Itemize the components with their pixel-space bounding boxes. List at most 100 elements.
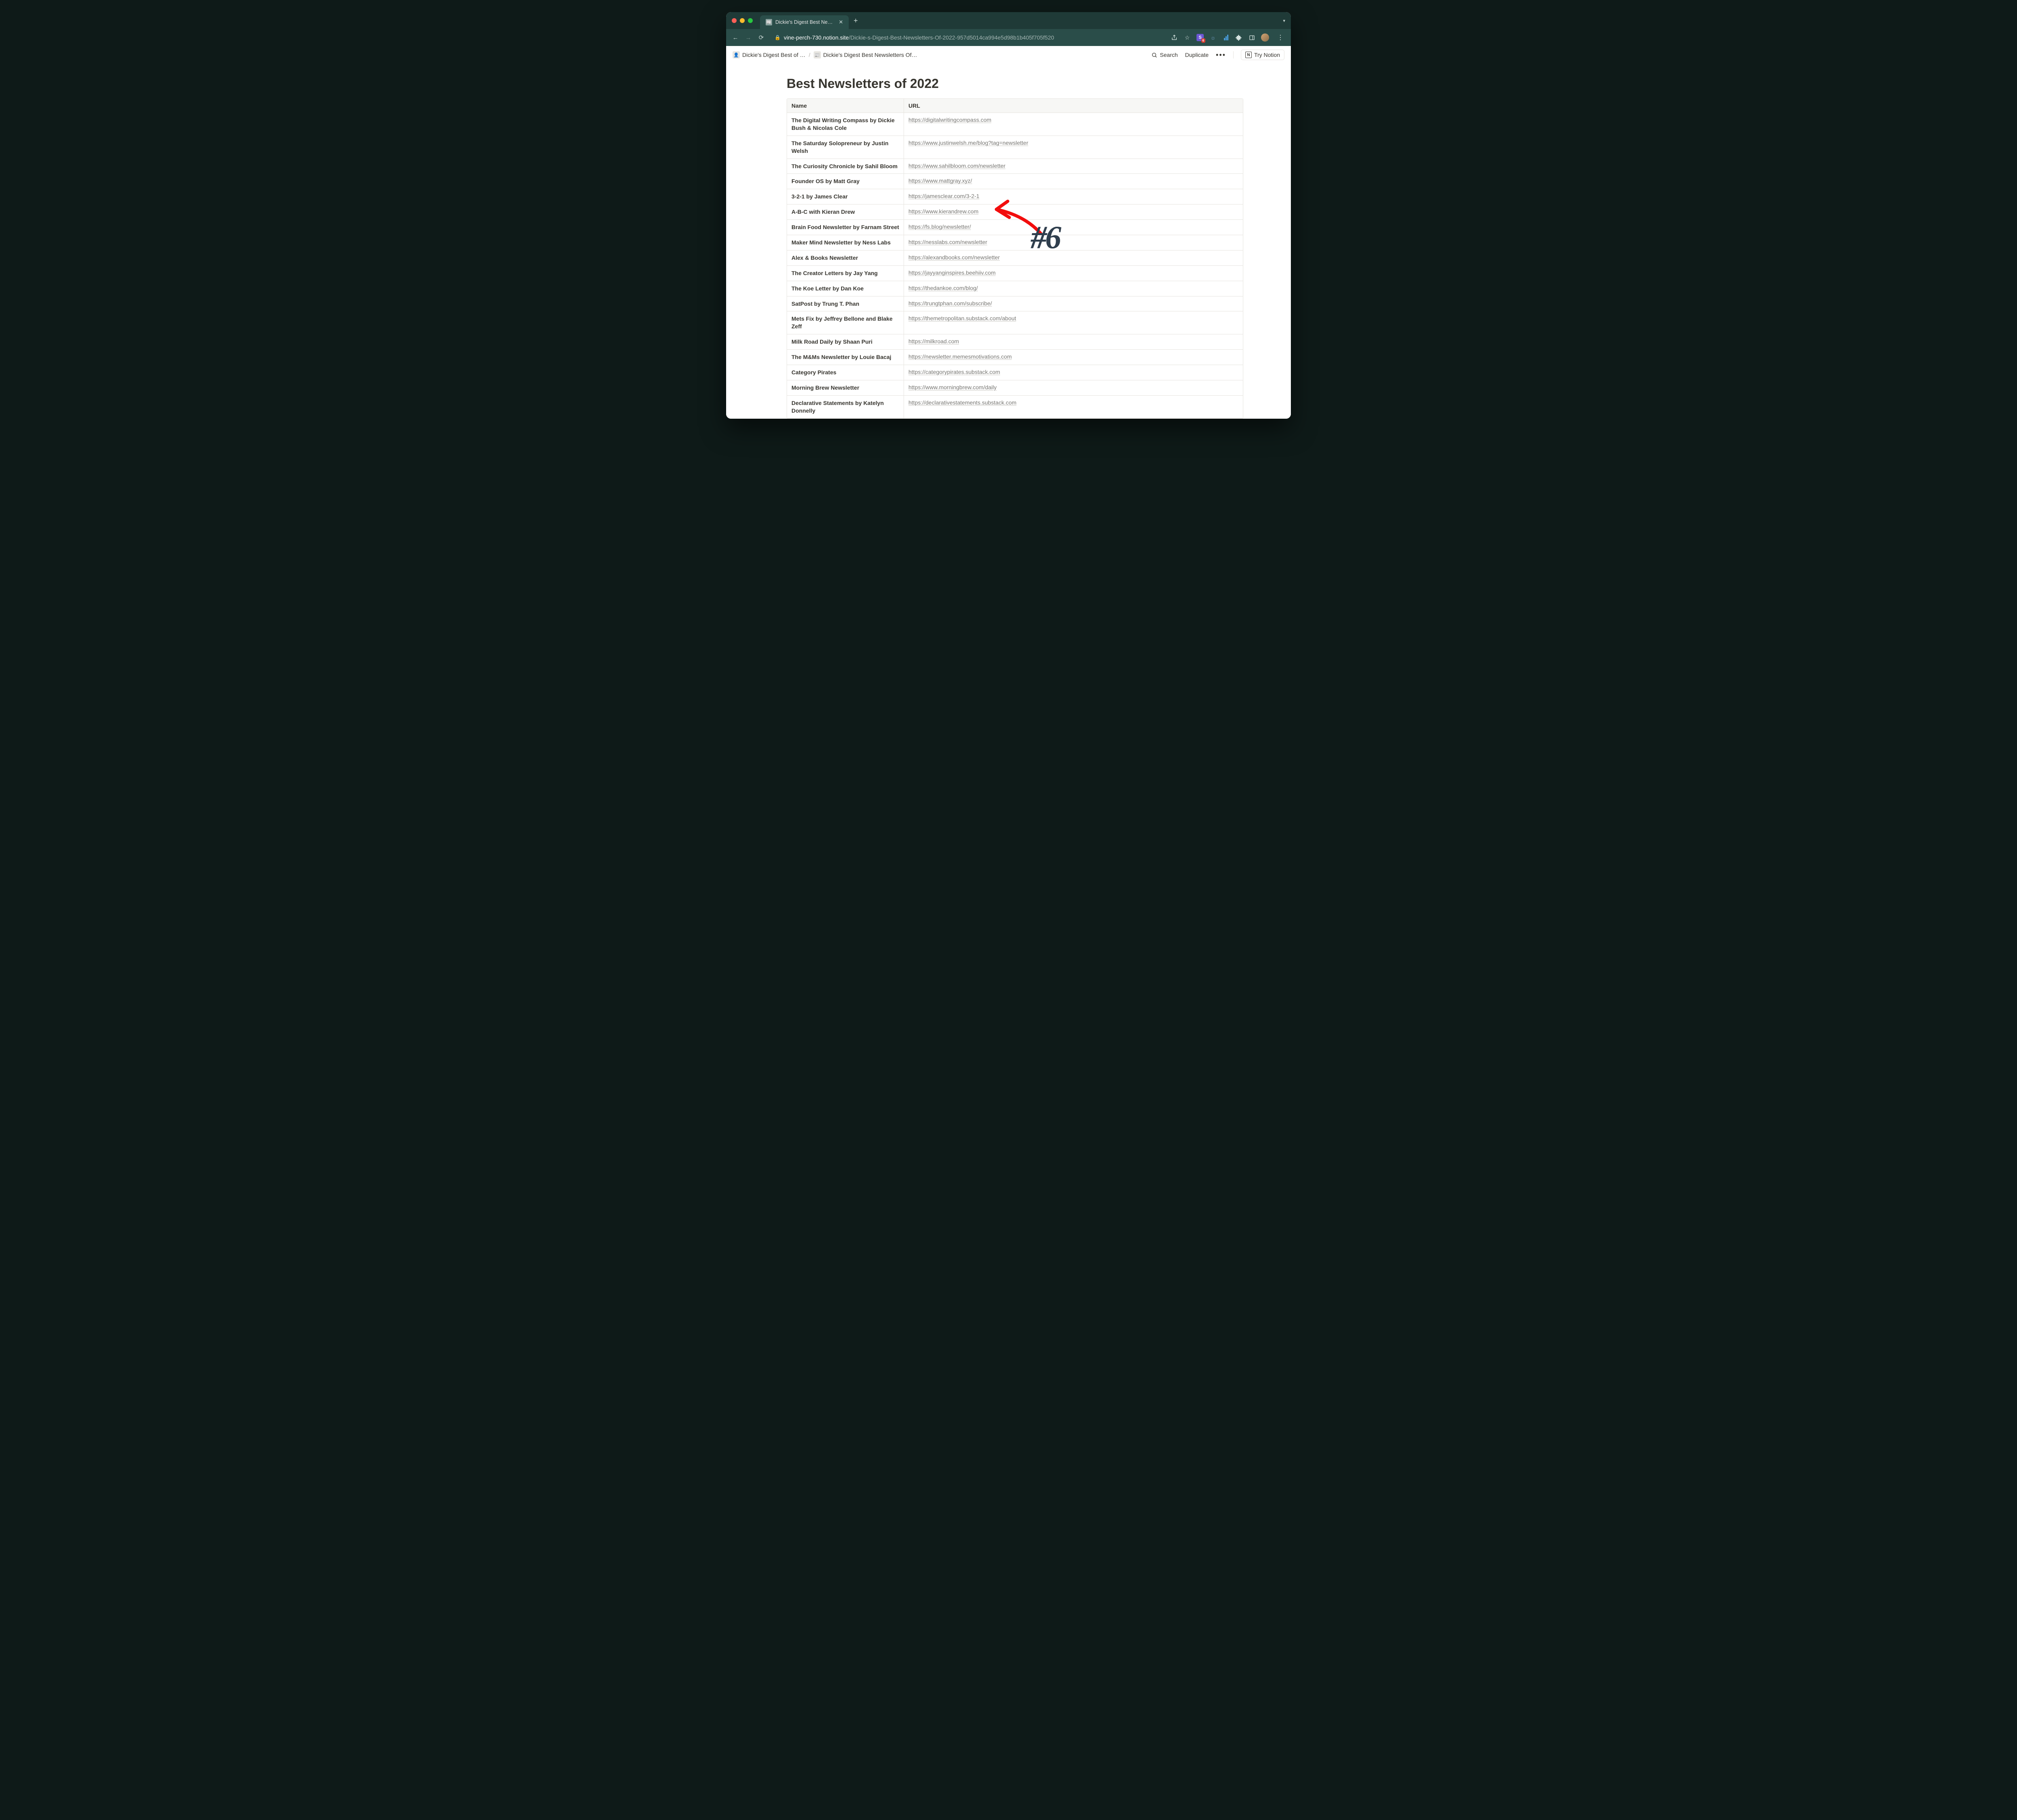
omnibox[interactable]: 🔒 vine-perch-730.notion.site/Dickie-s-Di…	[770, 32, 1167, 43]
nav-back-button[interactable]: ←	[731, 34, 740, 41]
extension-s-icon[interactable]: S	[1196, 34, 1204, 41]
cell-name: Alex & Books Newsletter	[787, 250, 904, 265]
cell-url: https://categorypirates.substack.com	[904, 365, 1243, 380]
table-row: Maker Mind Newsletter by Ness Labs https:…	[787, 235, 1243, 250]
cell-url: https://www.justinwelsh.me/blog?tag=news…	[904, 136, 1243, 159]
page-content: Best Newsletters of 2022 Name URL The Di…	[758, 64, 1259, 419]
newsletters-table: Name URL The Digital Writing Compass by …	[787, 98, 1243, 419]
cell-name: The Curiosity Chronicle by Sahil Bloom	[787, 159, 904, 174]
notion-topbar: 👤 Dickie's Digest Best of … / 📰 Dickie's…	[726, 46, 1291, 64]
cell-name: A-B-C with Kieran Drew	[787, 205, 904, 219]
url-link[interactable]: https://thedankoe.com/blog/	[908, 285, 978, 291]
traffic-lights	[732, 18, 753, 23]
search-label: Search	[1160, 52, 1178, 58]
table-header: Name URL	[787, 99, 1243, 113]
column-header-name: Name	[787, 99, 904, 113]
panel-icon[interactable]	[1248, 34, 1255, 41]
url-link[interactable]: https://jamesclear.com/3-2-1	[908, 193, 979, 199]
window-maximize-button[interactable]	[748, 18, 753, 23]
url-link[interactable]: https://www.morningbrew.com/daily	[908, 384, 997, 390]
cell-url: https://alexandbooks.com/newsletter	[904, 250, 1243, 265]
table-row: Category Pirateshttps://categorypirates.…	[787, 365, 1243, 380]
cell-name: The Koe Letter by Dan Koe	[787, 281, 904, 296]
cell-url: https://newsletter.memesmotivations.com	[904, 350, 1243, 365]
url-link[interactable]: https://trungtphan.com/subscribe/	[908, 300, 992, 307]
new-tab-button[interactable]: +	[854, 17, 858, 25]
table-row: The Creator Letters by Jay Yang https://j…	[787, 266, 1243, 281]
breadcrumb-parent[interactable]: 👤 Dickie's Digest Best of …	[733, 51, 806, 58]
chrome-menu-icon[interactable]: ⋮	[1275, 33, 1286, 42]
table-row: Declarative Statements by Katelyn Donnel…	[787, 396, 1243, 418]
table-row: The Curiosity Chronicle by Sahil Bloom ht…	[787, 159, 1243, 174]
cell-url: https://www.sahilbloom.com/newsletter	[904, 159, 1243, 174]
cell-name: Mets Fix by Jeffrey Bellone and Blake Ze…	[787, 311, 904, 334]
cell-name: Morning Brew Newsletter	[787, 380, 904, 395]
nav-forward-button[interactable]: →	[744, 34, 753, 41]
lock-icon: 🔒	[775, 35, 781, 40]
table-row: Founder OS by Matt Gray https://www.mattg…	[787, 174, 1243, 189]
topbar-actions: Search Duplicate ••• N Try Notion	[1151, 50, 1284, 60]
cell-url: https://trungtphan.com/subscribe/	[904, 296, 1243, 311]
url-link[interactable]: https://nesslabs.com/newsletter	[908, 239, 987, 245]
cell-name: SatPost by Trung T. Phan	[787, 296, 904, 311]
breadcrumb-parent-label: Dickie's Digest Best of …	[742, 52, 806, 58]
cell-url: https://fs.blog/newsletter/	[904, 220, 1243, 235]
cell-url: https://nesslabs.com/newsletter	[904, 235, 1243, 250]
search-button[interactable]: Search	[1151, 52, 1178, 58]
url-link[interactable]: https://milkroad.com	[908, 338, 959, 344]
bookmark-star-icon[interactable]: ☆	[1184, 34, 1191, 41]
cell-name: Maker Mind Newsletter by Ness Labs	[787, 235, 904, 250]
cell-name: The Digital Writing Compass by Dickie Bu…	[787, 113, 904, 136]
duplicate-label: Duplicate	[1185, 52, 1209, 58]
tab-title: Dickie's Digest Best Newslette	[775, 19, 835, 25]
cell-name: Founder OS by Matt Gray	[787, 174, 904, 189]
url-link[interactable]: https://jayyanginspires.beehiiv.com	[908, 269, 996, 276]
table-row: Mets Fix by Jeffrey Bellone and Blake Ze…	[787, 311, 1243, 334]
breadcrumb: 👤 Dickie's Digest Best of … / 📰 Dickie's…	[733, 51, 1148, 58]
breadcrumb-separator: /	[809, 52, 810, 58]
cell-name: The Creator Letters by Jay Yang	[787, 266, 904, 281]
url-link[interactable]: https://fs.blog/newsletter/	[908, 223, 971, 230]
table-body: The Digital Writing Compass by Dickie Bu…	[787, 113, 1243, 418]
more-menu-button[interactable]: •••	[1216, 51, 1226, 59]
cell-url: https://www.morningbrew.com/daily	[904, 380, 1243, 395]
share-icon[interactable]	[1171, 34, 1178, 41]
nav-reload-button[interactable]: ⟳	[757, 34, 766, 41]
window-close-button[interactable]	[732, 18, 737, 23]
try-notion-button[interactable]: N Try Notion	[1241, 50, 1284, 60]
extensions-puzzle-icon[interactable]	[1235, 34, 1242, 41]
cell-url: https://digitalwritingcompass.com	[904, 113, 1243, 136]
duplicate-button[interactable]: Duplicate	[1185, 52, 1209, 58]
table-row: Milk Road Daily by Shaan Purihttps://mil…	[787, 334, 1243, 350]
try-notion-label: Try Notion	[1254, 52, 1280, 58]
tabs-dropdown-icon[interactable]: ▾	[1283, 18, 1285, 23]
url-link[interactable]: https://newsletter.memesmotivations.com	[908, 353, 1012, 360]
url-link[interactable]: https://www.kierandrew.com	[908, 208, 979, 215]
table-row: The Saturday Solopreneur by Justin Welsh…	[787, 136, 1243, 159]
url-link[interactable]: https://alexandbooks.com/newsletter	[908, 254, 1000, 261]
url-link[interactable]: https://www.mattgray.xyz/	[908, 177, 972, 184]
search-icon	[1151, 52, 1157, 58]
cell-url: https://milkroad.com	[904, 334, 1243, 349]
extension-sun-icon[interactable]: ☼	[1209, 34, 1217, 41]
browser-tab[interactable]: 📰 Dickie's Digest Best Newslette ✕	[760, 15, 849, 29]
url-link[interactable]: https://digitalwritingcompass.com	[908, 117, 991, 123]
breadcrumb-current[interactable]: 📰 Dickie's Digest Best Newsletters Of…	[814, 51, 917, 58]
url-link[interactable]: https://themetropolitan.substack.com/abo…	[908, 315, 1016, 321]
cell-url: https://www.kierandrew.com	[904, 205, 1243, 219]
url-link[interactable]: https://www.sahilbloom.com/newsletter	[908, 163, 1005, 169]
table-row: Morning Brew Newsletter https://www.morni…	[787, 380, 1243, 396]
url-link[interactable]: https://categorypirates.substack.com	[908, 369, 1000, 375]
cell-url: https://themetropolitan.substack.com/abo…	[904, 311, 1243, 334]
url-bar: ← → ⟳ 🔒 vine-perch-730.notion.site/Dicki…	[726, 29, 1291, 46]
toolbar-icons: ☆ S ☼ ⋮	[1171, 33, 1286, 42]
cell-url: https://jayyanginspires.beehiiv.com	[904, 266, 1243, 281]
cell-url: https://declarativestatements.substack.c…	[904, 396, 1243, 418]
table-row: The M&Ms Newsletter by Louie Bacajhttps:…	[787, 350, 1243, 365]
profile-avatar[interactable]	[1261, 33, 1269, 42]
tab-close-icon[interactable]: ✕	[839, 19, 843, 25]
url-link[interactable]: https://declarativestatements.substack.c…	[908, 399, 1017, 406]
window-minimize-button[interactable]	[740, 18, 745, 23]
url-link[interactable]: https://www.justinwelsh.me/blog?tag=news…	[908, 140, 1028, 146]
extension-bars-icon[interactable]	[1222, 34, 1230, 41]
